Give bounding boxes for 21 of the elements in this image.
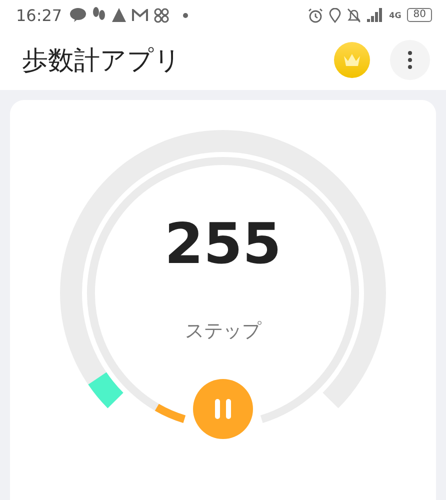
signal-icon bbox=[367, 8, 384, 22]
mail-icon bbox=[132, 8, 148, 22]
step-count: 255 bbox=[164, 212, 282, 277]
more-vertical-icon bbox=[408, 51, 412, 70]
battery-level: 80 bbox=[407, 8, 432, 22]
app-title: 歩数計アプリ bbox=[22, 44, 182, 78]
crown-icon bbox=[343, 53, 361, 68]
triangle-icon bbox=[112, 8, 126, 22]
chat-icon bbox=[70, 8, 86, 22]
status-time: 16:27 bbox=[16, 6, 62, 25]
notification-dot-icon bbox=[183, 12, 188, 18]
goal-ring-fill bbox=[88, 372, 124, 408]
more-options-button[interactable] bbox=[390, 40, 430, 80]
bell-off-icon bbox=[347, 8, 362, 23]
alarm-icon bbox=[308, 8, 324, 23]
network-type: 4G bbox=[389, 10, 402, 20]
location-icon bbox=[329, 8, 342, 23]
step-unit: ステップ bbox=[184, 319, 262, 344]
pause-icon bbox=[213, 397, 233, 421]
premium-button[interactable] bbox=[334, 42, 370, 78]
activity-ring-fill bbox=[155, 404, 186, 423]
